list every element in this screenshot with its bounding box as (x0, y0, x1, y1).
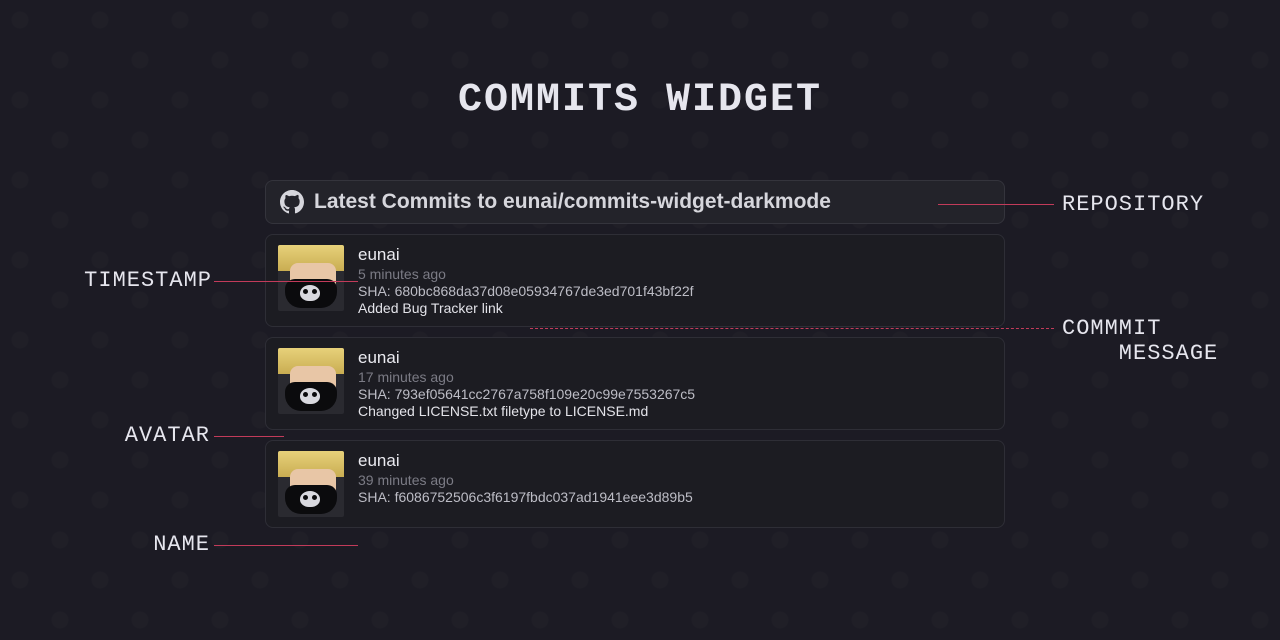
commit-message: Changed LICENSE.txt filetype to LICENSE.… (358, 403, 695, 419)
commit-sha: SHA: 680bc868da37d08e05934767de3ed701f43… (358, 283, 694, 299)
github-icon (280, 190, 304, 214)
widget-header-text: Latest Commits to eunai/commits-widget-d… (314, 190, 831, 214)
page-title: COMMITS WIDGET (0, 78, 1280, 123)
commit-author: eunai (358, 451, 693, 471)
commit-author: eunai (358, 348, 695, 368)
commit-row[interactable]: eunai 17 minutes ago SHA: 793ef05641cc27… (265, 337, 1005, 430)
commit-timestamp: 39 minutes ago (358, 472, 693, 488)
callout-timestamp: TIMESTAMP (72, 268, 212, 293)
widget-header[interactable]: Latest Commits to eunai/commits-widget-d… (265, 180, 1005, 224)
callout-commit-message: COMMMIT MESSAGE (1062, 316, 1218, 366)
commit-row[interactable]: eunai 39 minutes ago SHA: f6086752506c3f… (265, 440, 1005, 528)
commit-sha: SHA: f6086752506c3f6197fbdc037ad1941eee3… (358, 489, 693, 505)
commit-timestamp: 17 minutes ago (358, 369, 695, 385)
commit-row[interactable]: eunai 5 minutes ago SHA: 680bc868da37d08… (265, 234, 1005, 327)
header-repo: eunai/commits-widget-darkmode (503, 190, 831, 213)
header-prefix: Latest Commits to (314, 190, 503, 213)
avatar (278, 451, 344, 517)
commit-message: Added Bug Tracker link (358, 300, 694, 316)
leader-line (530, 328, 1054, 329)
callout-name: NAME (140, 532, 210, 557)
commits-widget: Latest Commits to eunai/commits-widget-d… (265, 180, 1005, 580)
commit-author: eunai (358, 245, 694, 265)
commit-body: eunai 39 minutes ago SHA: f6086752506c3f… (358, 451, 693, 517)
commit-body: eunai 17 minutes ago SHA: 793ef05641cc27… (358, 348, 695, 419)
leader-line (214, 545, 358, 546)
callout-avatar: AVATAR (110, 423, 210, 448)
callout-repository: REPOSITORY (1062, 192, 1204, 217)
commit-timestamp: 5 minutes ago (358, 266, 694, 282)
leader-line (214, 281, 358, 282)
avatar (278, 245, 344, 311)
commit-body: eunai 5 minutes ago SHA: 680bc868da37d08… (358, 245, 694, 316)
leader-line (214, 436, 284, 437)
commit-sha: SHA: 793ef05641cc2767a758f109e20c99e7553… (358, 386, 695, 402)
avatar (278, 348, 344, 414)
leader-line (938, 204, 1054, 205)
